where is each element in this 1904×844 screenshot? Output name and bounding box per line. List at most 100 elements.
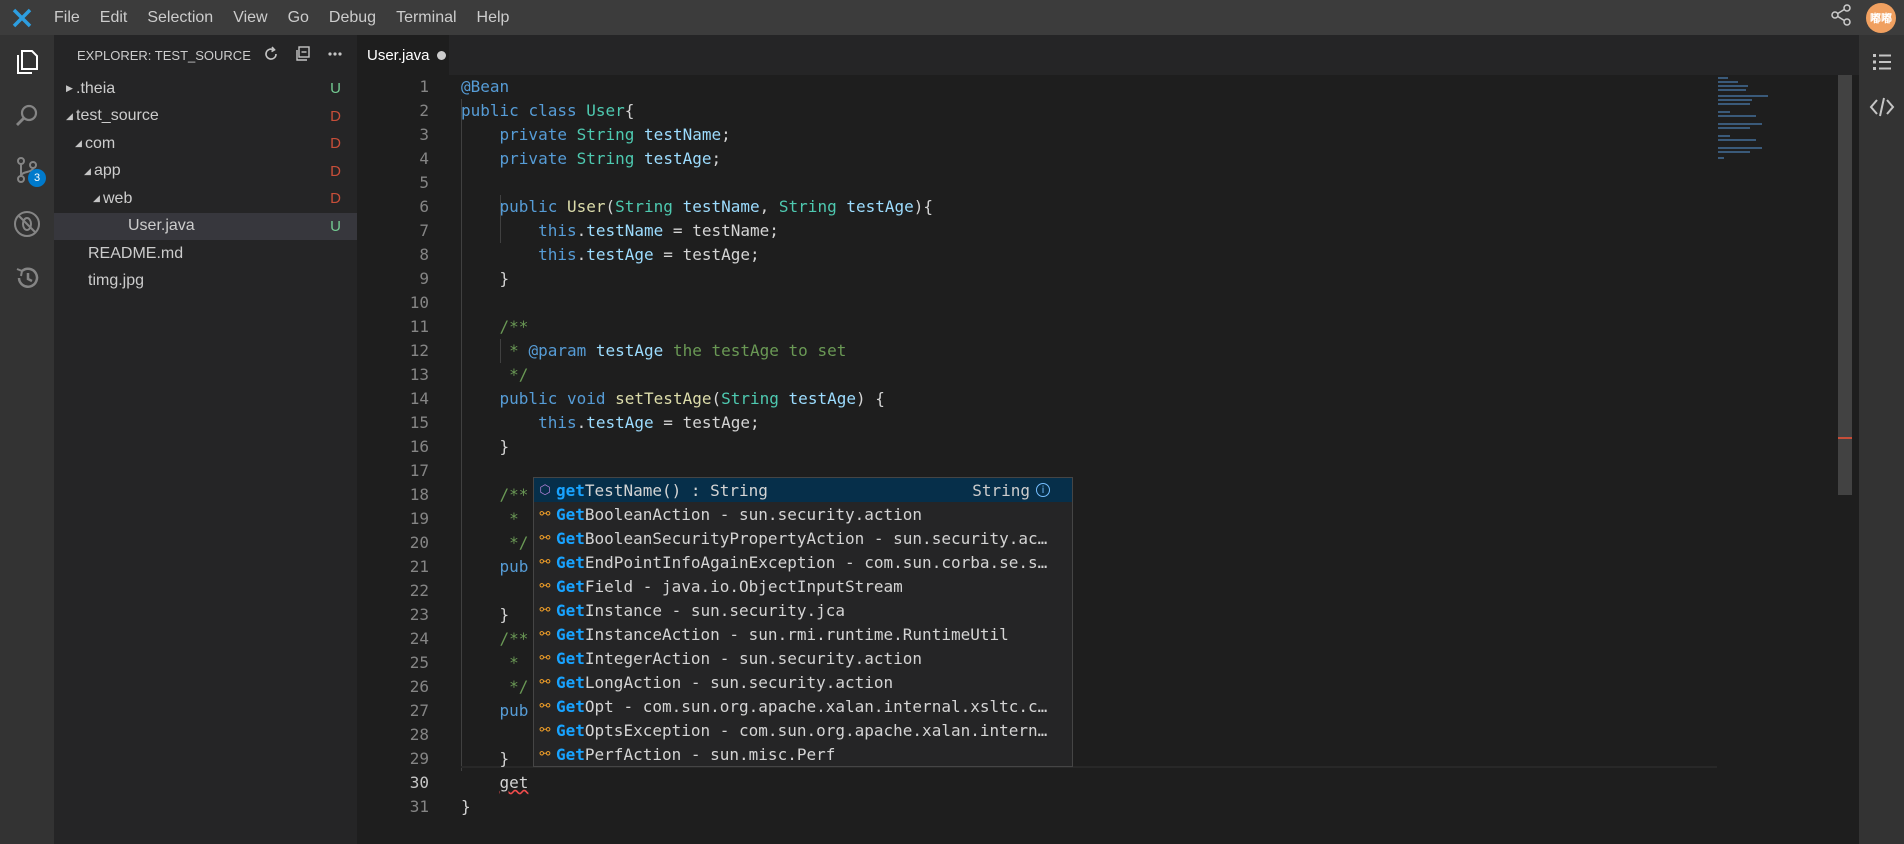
editor-scrollbar[interactable]	[1838, 75, 1852, 844]
search-icon[interactable]	[0, 89, 54, 143]
menu-edit[interactable]: Edit	[90, 0, 138, 35]
minimap-line	[1718, 85, 1748, 87]
minimap-line	[1718, 111, 1730, 113]
unsaved-dot-icon[interactable]	[436, 50, 446, 60]
suggest-item[interactable]: ⚯ GetBooleanAction - sun.security.action	[534, 502, 1072, 526]
collapse-all-icon[interactable]	[295, 45, 311, 65]
suggest-item[interactable]: ⚯ GetLongAction - sun.security.action	[534, 670, 1072, 694]
chevron-down-icon: ◢	[93, 193, 100, 204]
editor-tab-bar: User.java	[357, 35, 1859, 75]
menu-terminal[interactable]: Terminal	[386, 0, 466, 35]
class-icon: ⚯	[539, 554, 551, 570]
user-avatar[interactable]: 嘟嘟	[1866, 2, 1896, 33]
class-icon: ⚯	[539, 722, 551, 738]
chevron-down-icon: ◢	[75, 138, 82, 149]
tab-user-java[interactable]: User.java	[357, 35, 449, 75]
minimap-line	[1718, 89, 1746, 91]
tree-item-label: timg.jpg	[88, 272, 145, 290]
suggest-item[interactable]: ⚯ GetPerfAction - sun.misc.Perf	[534, 742, 1072, 766]
refresh-icon[interactable]	[263, 45, 279, 65]
suggest-item[interactable]: ⚯ GetEndPointInfoAgainException - com.su…	[534, 550, 1072, 574]
theia-logo-icon	[0, 0, 44, 35]
tree-item-readme[interactable]: README.md	[54, 240, 357, 268]
tree-item-timg[interactable]: timg.jpg	[54, 268, 357, 296]
minimap-line	[1718, 123, 1762, 125]
code-line: 11 /**	[409, 317, 529, 336]
tree-item-com[interactable]: ◢ com D	[54, 130, 357, 158]
tree-item-label: com	[85, 134, 116, 152]
suggest-item[interactable]: ⚯ GetBooleanSecurityPropertyAction - sun…	[534, 526, 1072, 550]
explorer-files-icon[interactable]	[0, 35, 54, 89]
suggest-item[interactable]: ⚯ GetInstance - sun.security.jca	[534, 598, 1072, 622]
code-line: 13 */	[409, 365, 529, 384]
menu-selection[interactable]: Selection	[137, 0, 223, 35]
minimap-line	[1718, 127, 1750, 129]
minimap-line	[1718, 81, 1738, 83]
tree-item-app[interactable]: ◢ app D	[54, 158, 357, 186]
tree-item-label: app	[94, 162, 121, 180]
error-marker	[1838, 437, 1852, 439]
code-line: 12 * @param testAge the testAge to set	[409, 341, 847, 360]
code-line: 9 }	[419, 269, 510, 288]
tree-item-user-java[interactable]: User.java U	[54, 212, 357, 240]
code-line: 1 @Bean	[419, 77, 510, 96]
git-status-badge: D	[330, 135, 341, 153]
tree-item-web[interactable]: ◢ web D	[54, 185, 357, 213]
info-icon[interactable]: i	[1036, 483, 1050, 497]
code-line: 7 this.testName = testName;	[419, 221, 779, 240]
tree-item-test-source[interactable]: ◢ test_source D	[54, 103, 357, 131]
activity-bar: 3	[0, 35, 54, 844]
menu-view[interactable]: View	[223, 0, 277, 35]
menu-help[interactable]: Help	[467, 0, 520, 35]
tree-item-label: README.md	[88, 244, 184, 262]
class-icon: ⚯	[539, 602, 551, 618]
menu-go[interactable]: Go	[278, 0, 319, 35]
code-line: 5	[419, 173, 429, 192]
class-icon: ⚯	[539, 626, 551, 642]
more-actions-icon[interactable]	[327, 46, 343, 65]
git-status-badge: D	[330, 107, 341, 125]
tree-item-label: User.java	[128, 217, 195, 235]
minimap-line	[1718, 99, 1752, 101]
chevron-right-icon: ▶	[66, 83, 73, 94]
explorer-title: EXPLORER: TEST_SOURCE	[77, 47, 251, 63]
minimap-line	[1718, 139, 1756, 141]
source-control-icon[interactable]: 3	[0, 143, 54, 197]
menu-file[interactable]: File	[44, 0, 90, 35]
class-icon: ⚯	[539, 650, 551, 666]
minimap-line	[1718, 135, 1730, 137]
code-line: 31}	[409, 797, 471, 816]
class-icon: ⚯	[539, 746, 551, 762]
method-cube-icon: ⬡	[539, 482, 551, 498]
menu-debug[interactable]: Debug	[319, 0, 386, 35]
minimap[interactable]	[1718, 75, 1838, 844]
share-icon[interactable]	[1830, 4, 1852, 31]
code-line: 2 public class User{	[419, 101, 635, 120]
suggest-item[interactable]: ⚯ GetOptsException - com.sun.org.apache.…	[534, 718, 1072, 742]
class-icon: ⚯	[539, 530, 551, 546]
tab-label: User.java	[367, 46, 430, 64]
chevron-down-icon: ◢	[66, 110, 73, 121]
code-line: 14 public void setTestAge(String testAge…	[409, 389, 885, 408]
minimap-line	[1718, 157, 1724, 159]
minimap-line	[1718, 95, 1768, 97]
debug-icon[interactable]	[0, 197, 54, 251]
suggest-item[interactable]: ⚯ GetInstanceAction - sun.rmi.runtime.Ru…	[534, 622, 1072, 646]
code-brackets-icon[interactable]	[1859, 80, 1904, 134]
tree-item-theia[interactable]: ▶ .theia U	[54, 75, 357, 103]
tree-item-label: test_source	[76, 107, 159, 125]
minimap-line	[1718, 147, 1762, 149]
class-icon: ⚯	[539, 506, 551, 522]
code-line-current: 30 get	[409, 773, 529, 792]
suggest-item[interactable]: ⬡ getTestName() : String String i	[534, 478, 1072, 502]
git-status-badge: D	[330, 190, 341, 208]
scm-badge: 3	[28, 169, 46, 187]
suggest-item[interactable]: ⚯ GetIntegerAction - sun.security.action	[534, 646, 1072, 670]
autocomplete-suggest-widget[interactable]: ⬡ getTestName() : String String i ⚯ GetBo…	[533, 477, 1073, 767]
suggest-item[interactable]: ⚯ GetField - java.io.ObjectInputStream	[534, 574, 1072, 598]
scrollbar-thumb[interactable]	[1838, 75, 1852, 495]
chevron-down-icon: ◢	[84, 165, 91, 176]
history-icon[interactable]	[0, 251, 54, 305]
menubar: File Edit Selection View Go Debug Termin…	[0, 0, 1904, 35]
suggest-item[interactable]: ⚯ GetOpt - com.sun.org.apache.xalan.inte…	[534, 694, 1072, 718]
